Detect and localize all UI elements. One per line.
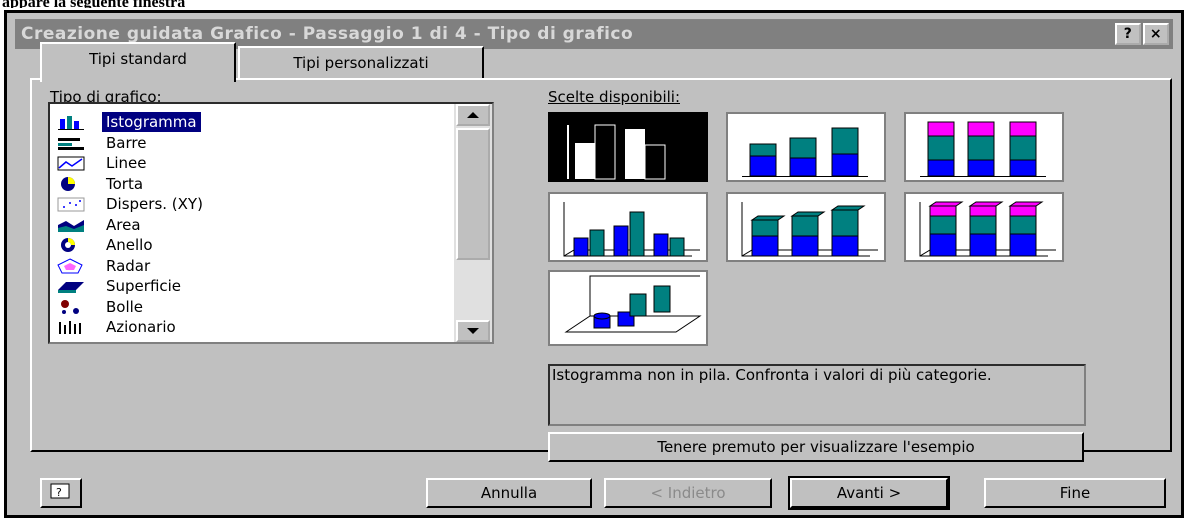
subtype-3d-clustered-column[interactable] <box>548 192 708 262</box>
list-item-label: Torta <box>106 174 144 193</box>
subtype-preview-icon <box>920 121 1046 177</box>
chart-type-list[interactable]: Istogramma Barre Linee Torta Dispers. (XY) Ar… <box>48 102 494 344</box>
description-box: Istogramma non in pila. Confronta i valo… <box>548 364 1086 426</box>
list-item[interactable]: Azionario <box>54 317 446 337</box>
pie-chart-icon <box>56 176 90 192</box>
subtype-preview-icon <box>919 201 1056 257</box>
list-item-label: Superficie <box>106 277 182 295</box>
finish-button[interactable]: Fine <box>984 478 1166 508</box>
subtype-preview-icon <box>567 124 666 180</box>
tab-tipi-standard[interactable]: Tipi standard <box>40 42 236 82</box>
assistant-icon: ? <box>50 483 70 499</box>
subtype-preview-icon <box>564 275 702 333</box>
window-title: Creazione guidata Grafico - Passaggio 1 … <box>21 24 634 44</box>
tab-tipi-personalizzati[interactable]: Tipi personalizzati <box>238 46 484 80</box>
caption-text: appare la seguente finestra <box>2 0 185 8</box>
surface-chart-icon <box>56 278 90 294</box>
subtype-stacked-column[interactable] <box>726 112 886 182</box>
bubble-chart-icon <box>56 299 90 315</box>
next-button[interactable]: Avanti > <box>788 476 950 510</box>
office-assistant-button[interactable]: ? <box>40 478 82 508</box>
close-button[interactable]: × <box>1143 23 1169 45</box>
svg-text:?: ? <box>56 486 62 499</box>
list-item[interactable]: Barre <box>54 133 446 153</box>
scroll-thumb[interactable] <box>456 128 490 260</box>
subtype-preview-icon <box>563 202 700 257</box>
list-item-label: Anello <box>106 236 153 254</box>
subtype-preview-icon <box>742 127 868 177</box>
list-item[interactable]: Linee <box>54 153 446 173</box>
bar-chart-icon <box>56 135 90 151</box>
line-chart-icon <box>56 155 90 171</box>
cancel-button[interactable]: Annulla <box>426 478 592 508</box>
help-button[interactable]: ? <box>1115 23 1141 45</box>
preview-button[interactable]: Tenere premuto per visualizzare l'esempi… <box>548 432 1084 462</box>
stock-chart-icon <box>56 319 90 335</box>
list-item-label: Area <box>106 215 141 234</box>
list-item-label: Barre <box>106 133 147 152</box>
list-item-label: Linee <box>106 154 147 172</box>
list-item[interactable]: Anello <box>54 235 446 255</box>
subtype-3d-stacked-column[interactable] <box>726 192 886 262</box>
subtype-clustered-column[interactable] <box>548 112 708 182</box>
radar-chart-icon <box>56 257 90 274</box>
list-item-label: Dispers. (XY) <box>106 195 203 213</box>
list-item[interactable]: Radar <box>54 256 446 276</box>
list-item-label: Istogramma <box>102 112 201 132</box>
list-scrollbar[interactable] <box>454 104 492 342</box>
subtype-100-stacked-column[interactable] <box>904 112 1064 182</box>
column-chart-icon <box>56 114 90 130</box>
scatter-chart-icon <box>56 196 90 212</box>
list-item[interactable]: Istogramma <box>54 112 446 132</box>
area-chart-icon <box>56 217 90 233</box>
list-item[interactable]: Bolle <box>54 297 446 317</box>
subtypes-label-text: Scelte disponibili: <box>548 88 680 106</box>
scroll-up-button[interactable] <box>456 104 490 126</box>
list-item[interactable]: Superficie <box>54 276 446 296</box>
list-item[interactable]: Torta <box>54 174 446 194</box>
list-item[interactable]: Dispers. (XY) <box>54 194 446 214</box>
subtype-preview-icon <box>741 202 878 257</box>
arrow-up-icon <box>467 112 479 118</box>
arrow-down-icon <box>467 328 479 334</box>
subtypes-label: Scelte disponibili: <box>548 88 680 106</box>
doughnut-chart-icon <box>56 237 90 253</box>
list-item[interactable]: Area <box>54 215 446 235</box>
list-item-label: Bolle <box>106 297 144 316</box>
subtype-3d-column[interactable] <box>548 270 708 346</box>
subtype-3d-100-stacked-column[interactable] <box>904 192 1064 262</box>
list-item-label: Azionario <box>106 318 176 336</box>
list-item-label: Radar <box>106 256 151 275</box>
scroll-down-button[interactable] <box>456 320 490 342</box>
back-button[interactable]: < Indietro <box>604 478 772 508</box>
